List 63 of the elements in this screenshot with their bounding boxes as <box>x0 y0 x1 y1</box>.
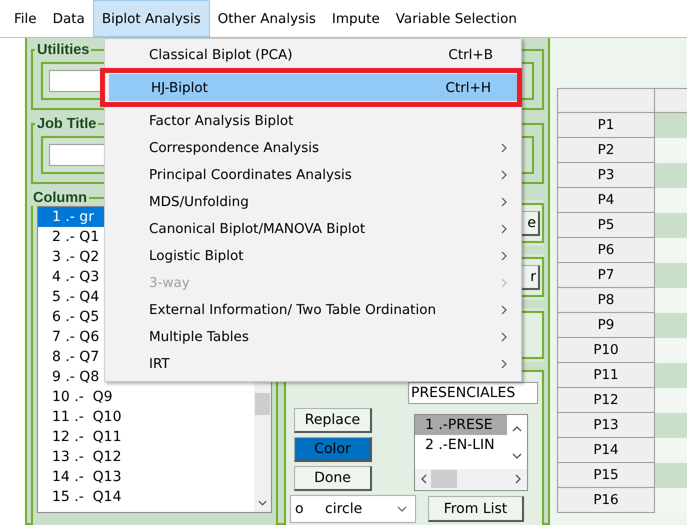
menu-item[interactable]: Other Analysis <box>210 0 324 37</box>
table-cell <box>655 438 687 463</box>
table-cell <box>655 413 687 438</box>
row-header: P5 <box>558 213 655 238</box>
table-cell <box>655 163 687 188</box>
list-item[interactable]: 2 .-EN-LIN <box>415 435 507 455</box>
row-header: P15 <box>558 463 655 488</box>
list-item[interactable]: 1 .-PRESE <box>415 415 507 435</box>
table-cell <box>655 338 687 363</box>
menu-item[interactable]: File <box>6 0 45 37</box>
list-item[interactable]: 10 .- Q9 <box>38 387 254 407</box>
input-field[interactable]: PRESENCIALES <box>408 382 538 404</box>
menu-item[interactable]: Variable Selection <box>388 0 525 37</box>
table-cell <box>655 463 687 488</box>
button[interactable]: r <box>521 265 540 290</box>
button[interactable]: e <box>521 211 540 236</box>
from-list-button[interactable]: From List <box>428 496 524 522</box>
group-list[interactable]: 1 .-PRESE 2 .-EN-LIN <box>414 414 528 491</box>
row-header: P3 <box>558 163 655 188</box>
table-cell <box>655 388 687 413</box>
table-cell <box>655 213 687 238</box>
row-header: P6 <box>558 238 655 263</box>
row-header: P14 <box>558 438 655 463</box>
row-header: P10 <box>558 338 655 363</box>
list-item[interactable]: 15 .- Q14 <box>38 487 254 507</box>
row-header: P4 <box>558 188 655 213</box>
group-title: Column <box>32 190 88 206</box>
menu-item[interactable]: Biplot Analysis <box>92 0 210 37</box>
button[interactable]: Done <box>294 466 372 491</box>
menu-item[interactable]: Data <box>44 0 93 37</box>
scrollbar-thumb[interactable] <box>255 393 270 415</box>
table-cell <box>655 238 687 263</box>
row-header: P11 <box>558 363 655 388</box>
symbol-select[interactable]: o circle <box>290 495 416 523</box>
row-header: P7 <box>558 263 655 288</box>
group-title: Utilities <box>36 42 90 58</box>
table-cell <box>655 263 687 288</box>
button[interactable]: Replace <box>294 408 372 433</box>
table-cell <box>655 363 687 388</box>
group-title: Job Title <box>36 116 98 132</box>
menu-item[interactable]: Classical Biplot (PCA) Ctrl+B <box>107 41 519 68</box>
list-item[interactable]: 12 .- Q11 <box>38 427 254 447</box>
row-header: P2 <box>558 138 655 163</box>
list-item[interactable]: 13 .- Q12 <box>38 447 254 467</box>
menu-item[interactable]: Principal Coordinates Analysis <box>107 161 519 188</box>
menu-item[interactable]: Impute <box>324 0 388 37</box>
menu-item[interactable]: HJ-Biplot Ctrl+H <box>109 74 517 101</box>
table-cell <box>655 288 687 313</box>
table-cell <box>655 188 687 213</box>
menu-item[interactable]: Factor Analysis Biplot <box>107 107 519 134</box>
row-header: P12 <box>558 388 655 413</box>
table-cell <box>655 138 687 163</box>
table-cell <box>655 313 687 338</box>
row-header: P1 <box>558 113 655 138</box>
row-header: P8 <box>558 288 655 313</box>
scrollbar-thumb[interactable] <box>431 470 457 488</box>
row-header: P16 <box>558 488 655 513</box>
row-header: P9 <box>558 313 655 338</box>
row-header: P13 <box>558 413 655 438</box>
table-cell <box>655 113 687 138</box>
button[interactable]: Color <box>294 437 372 462</box>
list-item[interactable]: 14 .- Q13 <box>38 467 254 487</box>
list-item[interactable]: 11 .- Q10 <box>38 407 254 427</box>
